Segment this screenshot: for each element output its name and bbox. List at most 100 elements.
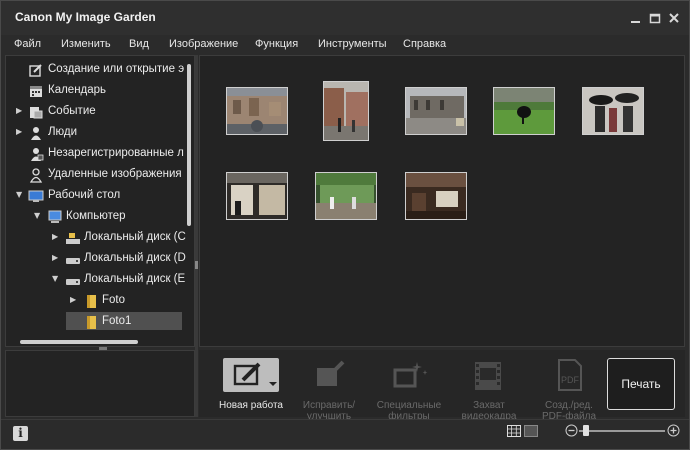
splitter-grip[interactable] [195,261,198,269]
deleted-images-icon [28,167,44,183]
tree-item-calendar[interactable]: Календарь [6,81,186,101]
single-view-icon[interactable] [524,425,538,440]
zoom-out-icon[interactable] [565,424,578,440]
computer-icon [47,209,63,225]
tree-item-label: Календарь [48,84,107,96]
grid-view-icon[interactable] [507,425,521,440]
zoom-slider-track[interactable] [579,430,665,432]
event-icon [28,104,44,120]
tree-item-label: Рабочий стол [48,189,121,201]
tree-item-label: Люди [48,126,78,138]
tree-item-people[interactable]: ▶ Люди [6,123,186,143]
tree-item-label: Событие [48,105,96,117]
menu-view[interactable]: Вид [129,38,149,50]
left-bottom-panel [5,350,195,417]
zoom-in-icon[interactable] [667,424,680,440]
people-icon [28,125,44,141]
new-work-icon [223,358,279,392]
fix-enhance-button[interactable]: Исправить/улучшить [287,356,371,422]
tree-item-create-open[interactable]: Создание или открытие э [6,60,186,80]
tree-item-drive-e[interactable]: ▼ Локальный диск (E [6,270,186,290]
maximize-icon [649,13,661,24]
tree-item-event[interactable]: ▶ Событие [6,102,186,122]
new-work-label: Новая работа [219,400,283,411]
unregistered-people-icon [28,146,44,162]
thumbnail-photo-4[interactable] [493,87,555,135]
pdf-file-icon: PDF [547,358,591,392]
thumbnail-photo-2[interactable] [323,81,369,141]
expand-arrow-icon[interactable]: ▶ [16,106,24,116]
status-bar: i [1,419,689,449]
video-capture-icon [467,358,511,392]
tree-item-label: Foto1 [102,315,132,327]
tree-horizontal-scrollbar[interactable] [20,340,138,344]
collapse-arrow-icon[interactable]: ▼ [16,190,24,200]
folder-icon [83,314,99,330]
tree-item-unregistered-people[interactable]: Незарегистрированные л [6,144,186,164]
tree-item-label: Локальный диск (E [84,273,186,285]
menu-edit[interactable]: Изменить [61,38,111,50]
tree-item-folder-foto[interactable]: ▶ Foto [6,291,186,311]
minimize-icon [631,21,640,23]
zoom-slider-thumb[interactable] [583,425,589,436]
thumbnail-photo-5[interactable] [582,87,644,135]
tree-item-drive-c[interactable]: ▶ Локальный диск (C [6,228,186,248]
collapse-arrow-icon[interactable]: ▼ [52,274,60,284]
menu-help[interactable]: Справка [403,38,446,50]
maximize-button[interactable] [647,10,663,26]
tree-item-label: Локальный диск (D [84,252,186,264]
navigation-pane: Создание или открытие э Календарь ▶ Собы… [5,55,195,347]
tree-item-label: Локальный диск (C [84,231,186,243]
menu-bar: Файл Изменить Вид Изображение Функция Ин… [1,35,689,55]
tree-item-computer[interactable]: ▼ Компьютер [6,207,186,227]
tree-vertical-scrollbar[interactable] [187,64,191,226]
tree-item-label: Foto [102,294,126,306]
close-button[interactable] [666,10,682,26]
special-filters-button[interactable]: Специальные фильтры [367,356,451,422]
action-toolbar: Новая работа Исправить/улучшить Специаль… [199,350,685,422]
info-icon[interactable]: i [13,426,28,441]
menu-function[interactable]: Функция [255,38,298,50]
vertical-splitter[interactable] [195,55,198,417]
menu-tools[interactable]: Инструменты [318,38,387,50]
video-capture-button[interactable]: Захват видеокадра [447,356,531,422]
tree-item-label: Удаленные изображения [48,168,182,180]
drive-icon [65,272,81,288]
window-title: Canon My Image Garden [15,10,156,24]
tree-item-drive-d[interactable]: ▶ Локальный диск (D [6,249,186,269]
folder-icon [83,293,99,309]
tree-item-deleted-images[interactable]: Удаленные изображения [6,165,186,185]
menu-file[interactable]: Файл [14,38,41,50]
fix-enhance-icon [307,358,351,392]
system-drive-icon [65,230,81,246]
expand-arrow-icon[interactable]: ▶ [52,253,60,263]
calendar-icon [28,83,44,99]
thumbnail-photo-6[interactable] [226,172,288,220]
collapse-arrow-icon[interactable]: ▼ [34,211,42,221]
create-open-icon [28,62,44,78]
create-pdf-button[interactable]: PDF Созд./ред. PDF-файла [527,356,611,422]
tree-item-label: Компьютер [66,210,126,222]
print-button[interactable]: Печать [607,358,675,410]
thumbnail-photo-3[interactable] [405,87,467,135]
drive-icon [65,251,81,267]
expand-arrow-icon[interactable]: ▶ [52,232,60,242]
tree-item-label: Незарегистрированные л [48,147,184,159]
new-work-button[interactable]: Новая работа [209,356,293,416]
menu-image[interactable]: Изображение [169,38,238,50]
tree-item-desktop[interactable]: ▼ Рабочий стол [6,186,186,206]
expand-arrow-icon[interactable]: ▶ [16,127,24,137]
pdf-icon-text: PDF [561,375,580,385]
title-bar[interactable]: Canon My Image Garden [1,1,689,35]
close-icon [669,13,679,23]
minimize-button[interactable] [628,10,644,26]
expand-arrow-icon[interactable]: ▶ [70,295,78,305]
thumbnail-photo-1[interactable] [226,87,288,135]
tree-item-label: Создание или открытие э [48,63,185,75]
special-filters-icon [387,358,431,392]
thumbnail-photo-8[interactable] [405,172,467,220]
tree-item-folder-foto1[interactable]: Foto1 [6,312,186,332]
thumbnail-photo-7[interactable] [315,172,377,220]
app-window: Canon My Image Garden Файл Изменить Вид … [0,0,690,450]
desktop-icon [28,188,44,204]
